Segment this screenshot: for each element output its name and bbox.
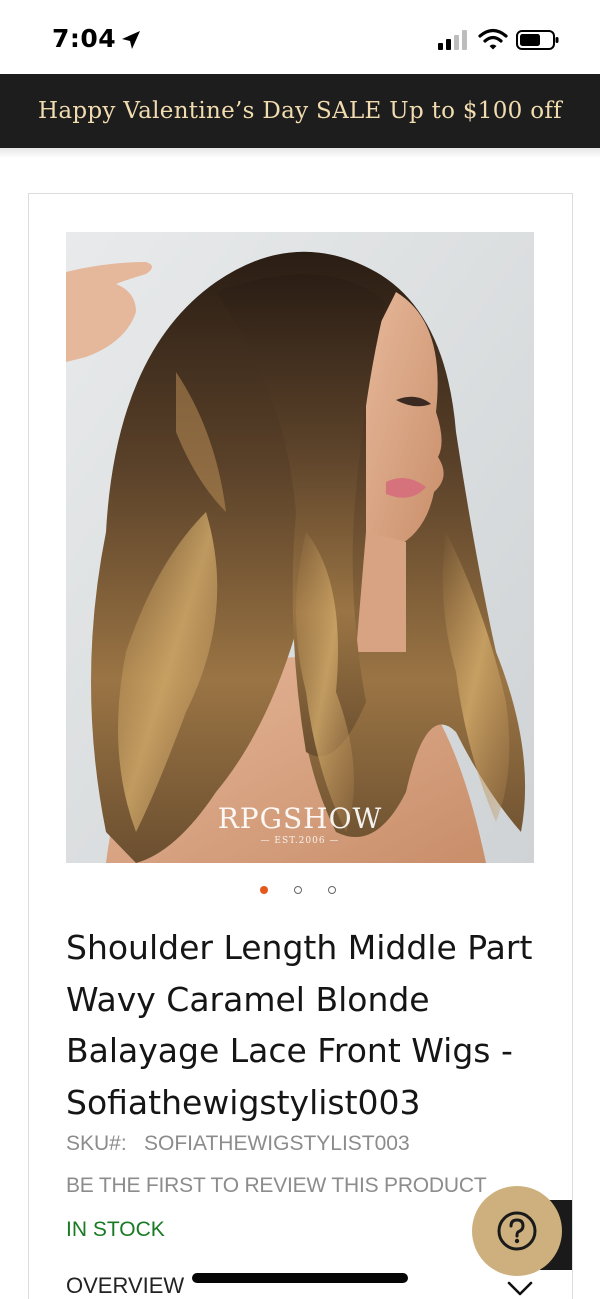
cellular-signal-icon (438, 30, 467, 50)
overview-toggle[interactable]: OVERVIEW (66, 1273, 184, 1299)
brand-est: — EST.2006 — (260, 836, 340, 846)
carousel-dots (255, 884, 345, 898)
sku-label: SKU#: (66, 1132, 127, 1155)
help-button[interactable] (472, 1186, 562, 1276)
promo-text: Happy Valentine’s Day SALE Up to $100 of… (38, 98, 562, 124)
product-title-line: Balayage Lace Front Wigs - (66, 1031, 513, 1070)
product-image[interactable]: RPGSHOW — EST.2006 — (66, 232, 534, 863)
promo-banner[interactable]: Happy Valentine’s Day SALE Up to $100 of… (0, 74, 600, 148)
wifi-icon (478, 28, 508, 50)
question-mark-icon (497, 1211, 537, 1251)
product-photo (66, 232, 534, 863)
product-title-line: Sofiathewigstylist003 (66, 1082, 421, 1122)
product-title-line: Shoulder Length Middle Part (66, 928, 533, 967)
carousel-dot[interactable] (294, 886, 302, 894)
status-time: 7:04 (52, 24, 117, 53)
location-arrow-icon (122, 31, 140, 49)
product-title-line: Wavy Caramel Blonde (66, 979, 430, 1019)
carousel-dot-active[interactable] (260, 886, 268, 894)
sku-row: SKU#: SOFIATHEWIGSTYLIST003 (66, 1132, 410, 1156)
chevron-down-icon[interactable] (506, 1280, 534, 1298)
brand-watermark: RPGSHOW (217, 802, 383, 835)
carousel-dot[interactable] (328, 886, 336, 894)
product-title: Shoulder Length Middle Part Wavy Caramel… (66, 922, 546, 1128)
stock-status: IN STOCK (66, 1218, 165, 1241)
home-indicator[interactable] (192, 1273, 408, 1283)
sku-value: SOFIATHEWIGSTYLIST003 (144, 1132, 410, 1155)
review-link[interactable]: BE THE FIRST TO REVIEW THIS PRODUCT (66, 1174, 487, 1198)
status-bar: 7:04 (0, 0, 600, 74)
header-divider (0, 148, 600, 158)
battery-icon (516, 30, 559, 50)
